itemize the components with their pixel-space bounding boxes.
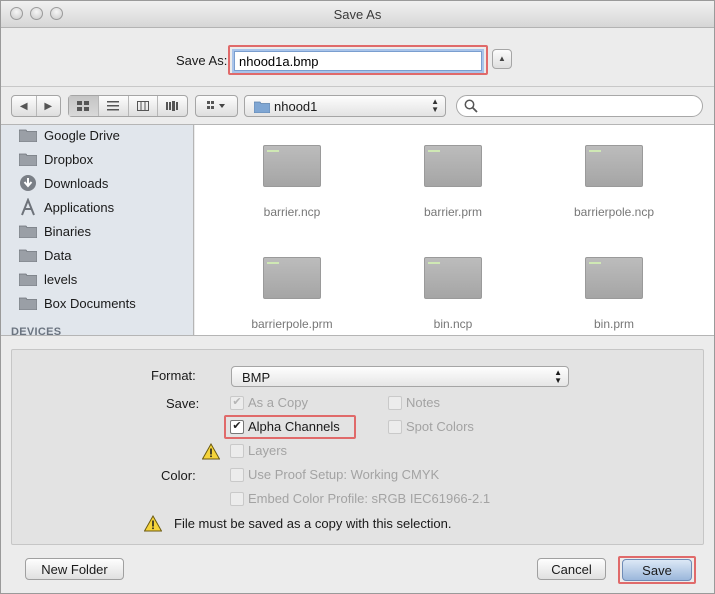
folder-icon (19, 249, 37, 262)
sidebar-item-box-documents[interactable]: Box Documents (18, 293, 136, 313)
back-button[interactable]: ◀ (12, 96, 37, 116)
folder-icon (254, 101, 270, 113)
coverflow-view-button[interactable] (158, 96, 187, 116)
downloads-icon (20, 175, 36, 191)
as-a-copy-checkbox[interactable]: ✔ As a Copy (230, 395, 308, 410)
file-browser: Google Drive Dropbox Downloads Applicati… (1, 124, 714, 336)
format-select[interactable]: BMP ▲ ▼ (231, 366, 569, 387)
file-item[interactable]: barrier.ncp (232, 145, 352, 219)
path-popup[interactable]: nhood1 ▲ ▼ (244, 95, 446, 117)
icon-view-icon (77, 101, 90, 111)
color-label: Color: (161, 468, 196, 483)
save-as-row: Save As: ▲ (1, 45, 714, 75)
filename-highlight (228, 45, 488, 75)
save-as-label: Save As: (176, 53, 228, 68)
save-options-label: Save: (166, 396, 200, 411)
sidebar-item-downloads[interactable]: Downloads (18, 173, 108, 193)
save-button[interactable]: Save (622, 559, 692, 581)
file-thumbnail-icon (263, 145, 321, 187)
copy-warning-text: File must be saved as a copy with this s… (174, 516, 452, 531)
file-item[interactable]: barrierpole.ncp (554, 145, 674, 219)
folder-icon (19, 297, 37, 310)
sidebar: Google Drive Dropbox Downloads Applicati… (1, 125, 194, 335)
arrange-grid-icon (206, 101, 225, 109)
path-folder-name: nhood1 (274, 99, 318, 114)
save-options-panel: Format: BMP ▲ ▼ Save: ✔ As a Copy Notes ✔… (11, 349, 704, 545)
sidebar-heading-devices: DEVICES (11, 326, 62, 335)
updown-arrows-icon: ▲ ▼ (431, 97, 439, 114)
file-item[interactable]: bin.ncp (393, 257, 513, 331)
save-as-dialog: Save As Save As: ▲ ◀ ▶ (0, 0, 715, 594)
checkmark-icon: ✔ (230, 419, 244, 434)
folder-icon (19, 225, 37, 238)
warning-icon (202, 443, 220, 460)
format-label: Format: (151, 368, 196, 383)
forward-button[interactable]: ▶ (37, 96, 61, 116)
updown-arrows-icon: ▲ ▼ (554, 368, 562, 385)
column-view-icon (136, 101, 149, 111)
file-thumbnail-icon (585, 257, 643, 299)
spot-colors-checkbox[interactable]: Spot Colors (388, 419, 474, 434)
file-thumbnail-icon (424, 145, 482, 187)
forward-arrow-icon: ▶ (44, 100, 53, 112)
sidebar-item-applications[interactable]: Applications (18, 197, 114, 217)
folder-icon (19, 153, 37, 166)
sidebar-item-data[interactable]: Data (18, 245, 71, 265)
applications-icon (21, 198, 35, 216)
file-item[interactable]: bin.prm (554, 257, 674, 331)
window-title: Save As (333, 7, 382, 22)
browser-toolbar: ◀ ▶ nhood1 ▲ ▼ (1, 86, 714, 124)
sidebar-item-dropbox[interactable]: Dropbox (18, 149, 93, 169)
new-folder-button[interactable]: New Folder (25, 558, 124, 580)
back-arrow-icon: ◀ (19, 100, 28, 112)
sidebar-item-levels[interactable]: levels (18, 269, 77, 289)
list-view-icon (107, 101, 120, 111)
arrange-menu-button[interactable] (195, 95, 238, 117)
chevron-up-icon: ▲ (498, 54, 506, 63)
notes-checkbox[interactable]: Notes (388, 395, 440, 410)
embed-color-profile-checkbox[interactable]: Embed Color Profile: sRGB IEC61966-2.1 (230, 491, 490, 506)
sidebar-item-google-drive[interactable]: Google Drive (18, 125, 120, 145)
view-mode-control (68, 95, 188, 117)
sidebar-item-binaries[interactable]: Binaries (18, 221, 91, 241)
file-thumbnail-icon (263, 257, 321, 299)
use-proof-setup-checkbox[interactable]: Use Proof Setup: Working CMYK (230, 467, 439, 482)
cancel-button[interactable]: Cancel (537, 558, 606, 580)
folder-icon (19, 129, 37, 142)
filename-input[interactable] (234, 51, 482, 71)
back-forward-control: ◀ ▶ (11, 95, 61, 117)
alpha-channels-checkbox[interactable]: ✔ Alpha Channels (230, 419, 340, 434)
file-grid: barrier.ncp barrier.prm barrierpole.ncp … (195, 125, 714, 335)
folder-icon (19, 273, 37, 286)
icon-view-button[interactable] (69, 96, 99, 116)
search-icon (464, 99, 478, 113)
format-value: BMP (242, 370, 271, 385)
list-view-button[interactable] (99, 96, 129, 116)
checkmark-icon: ✔ (230, 395, 244, 410)
collapse-browser-button[interactable]: ▲ (492, 49, 512, 69)
column-view-button[interactable] (129, 96, 159, 116)
warning-icon (144, 515, 162, 532)
search-input[interactable] (456, 95, 703, 117)
file-item[interactable]: barrier.prm (393, 145, 513, 219)
file-thumbnail-icon (585, 145, 643, 187)
file-item[interactable]: barrierpole.prm (232, 257, 352, 331)
coverflow-view-icon (165, 101, 178, 111)
file-thumbnail-icon (424, 257, 482, 299)
title-bar: Save As (1, 1, 714, 28)
layers-checkbox[interactable]: Layers (230, 443, 287, 458)
